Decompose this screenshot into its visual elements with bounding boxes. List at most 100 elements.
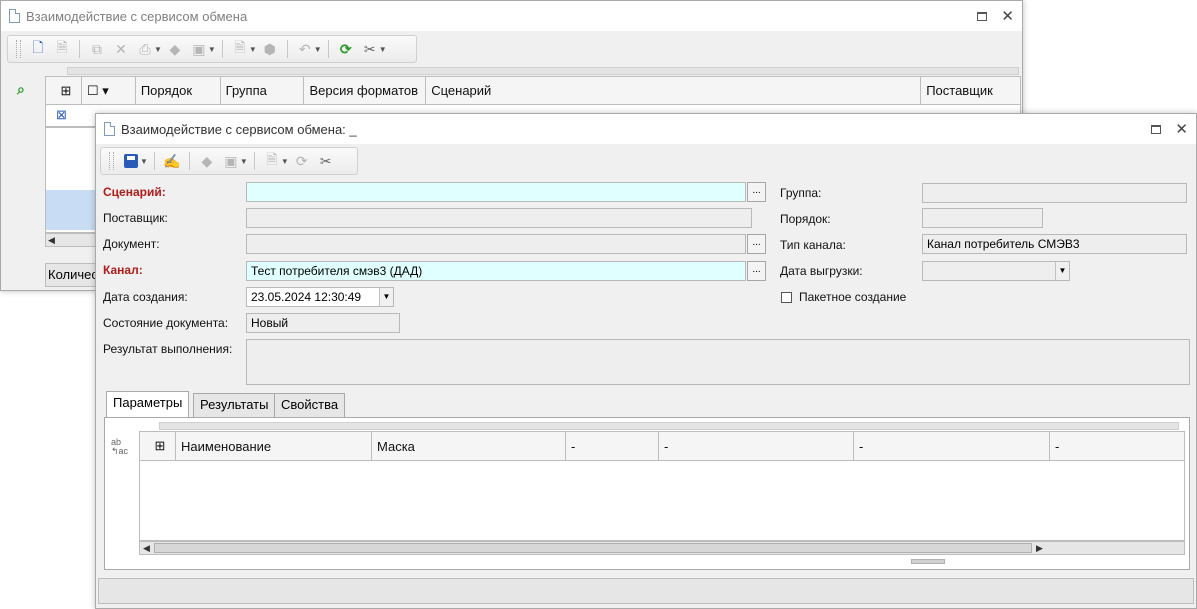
toolbar-grip[interactable] bbox=[109, 152, 114, 170]
group-label: Группа: bbox=[780, 186, 822, 200]
sign-icon[interactable]: ✍ bbox=[161, 151, 183, 171]
result-field bbox=[246, 339, 1190, 385]
back-grid-body bbox=[45, 127, 97, 233]
created-date-value: 23.05.2024 12:30:49 bbox=[251, 290, 362, 304]
splitter-handle[interactable] bbox=[911, 559, 945, 564]
group-field[interactable] bbox=[922, 183, 1187, 203]
status-bar bbox=[98, 578, 1194, 604]
database-icon[interactable]: ⬢ bbox=[259, 39, 281, 59]
tab-properties[interactable]: Свойства bbox=[274, 393, 346, 417]
count-label: Количес bbox=[48, 267, 97, 282]
back-status-bar: Количес bbox=[45, 263, 97, 287]
new-document-icon[interactable]: 🗋 bbox=[27, 39, 49, 59]
column-blank-4[interactable]: - bbox=[1050, 432, 1184, 460]
chevron-down-icon[interactable]: ▼ bbox=[379, 288, 393, 306]
param-grid-body bbox=[139, 461, 1185, 541]
back-window-title: Взаимодействие с сервисом обмена bbox=[26, 8, 248, 24]
result-label: Результат выполнения: bbox=[103, 342, 233, 356]
report-icon[interactable]: 🗎 bbox=[261, 151, 283, 171]
batch-label: Пакетное создание bbox=[799, 290, 907, 304]
scenario-select-button[interactable]: ... bbox=[747, 182, 766, 202]
front-titlebar: Взаимодействие с сервисом обмена: _ ✕ bbox=[96, 114, 1196, 144]
back-grid-header: ⊞ ☐ ▾ Порядок Группа Версия форматов Сце… bbox=[45, 76, 1021, 105]
close-button[interactable]: ✕ bbox=[1175, 122, 1188, 137]
print-icon[interactable]: ⎙ bbox=[134, 39, 156, 59]
column-mask[interactable]: Маска bbox=[372, 432, 566, 460]
channel-type-field: Канал потребитель СМЭВ3 bbox=[922, 234, 1187, 254]
channel-label: Канал: bbox=[103, 263, 143, 277]
channel-field[interactable]: Тест потребителя смэв3 (ДАД) bbox=[246, 261, 746, 281]
upload-date-label: Дата выгрузки: bbox=[780, 264, 863, 278]
column-group[interactable]: Группа bbox=[221, 77, 305, 104]
column-blank-2[interactable]: - bbox=[659, 432, 854, 460]
scenario-field[interactable] bbox=[246, 182, 746, 202]
close-button[interactable]: ✕ bbox=[1001, 9, 1014, 24]
undo-icon[interactable]: ↶ bbox=[294, 39, 316, 59]
back-grid-scroll-strip bbox=[67, 67, 1019, 75]
column-scenario[interactable]: Сценарий bbox=[426, 77, 922, 104]
column-blank-3[interactable]: - bbox=[854, 432, 1050, 460]
tab-panel: ab ↰ac ⊞ Наименование Маска - - - - ◀ ▶ bbox=[104, 417, 1190, 570]
doc-state-field: Новый bbox=[246, 313, 400, 333]
refresh-icon[interactable]: ⟳ bbox=[291, 151, 313, 171]
save-icon[interactable] bbox=[120, 151, 142, 171]
table-row[interactable] bbox=[46, 210, 96, 230]
scroll-thumb[interactable] bbox=[154, 543, 1032, 553]
column-order[interactable]: Порядок bbox=[136, 77, 221, 104]
refresh-icon[interactable]: ⟳ bbox=[335, 39, 357, 59]
tools-icon[interactable]: ✂ bbox=[315, 151, 337, 171]
scenario-label: Сценарий: bbox=[103, 185, 166, 199]
column-blank-1[interactable]: - bbox=[566, 432, 659, 460]
param-grid-scroll-strip bbox=[159, 422, 1179, 430]
front-window-title: Взаимодействие с сервисом обмена: _ bbox=[121, 121, 357, 137]
search-icon[interactable]: ⌕ bbox=[17, 81, 25, 98]
column-name[interactable]: Наименование bbox=[176, 432, 372, 460]
maximize-button[interactable] bbox=[977, 11, 988, 21]
filter-icon[interactable]: ⊠ bbox=[56, 107, 67, 123]
save-dropdown-icon[interactable]: ▼ bbox=[140, 157, 148, 166]
tab-parameters[interactable]: Параметры bbox=[106, 391, 190, 417]
eraser-icon[interactable]: ◆ bbox=[164, 39, 186, 59]
stamp-icon[interactable]: ▣ bbox=[188, 39, 210, 59]
delete-icon[interactable]: ✕ bbox=[110, 39, 132, 59]
chevron-down-icon[interactable]: ▼ bbox=[1055, 262, 1069, 280]
order-field[interactable] bbox=[922, 208, 1043, 228]
report-icon[interactable]: 🗎 bbox=[229, 39, 251, 59]
column-settings-icon[interactable]: ⊞ bbox=[46, 77, 82, 104]
doc-state-label: Состояние документа: bbox=[103, 316, 229, 330]
edit-document-icon[interactable]: 🗎 bbox=[51, 39, 73, 59]
eraser-icon[interactable]: ◆ bbox=[196, 151, 218, 171]
back-titlebar: Взаимодействие с сервисом обмена ✕ bbox=[1, 1, 1022, 31]
toolbar-grip[interactable] bbox=[16, 40, 21, 58]
upload-date-field[interactable]: ▼ bbox=[922, 261, 1070, 281]
channel-type-label: Тип канала: bbox=[780, 238, 846, 252]
document-icon bbox=[104, 122, 115, 136]
document-label: Документ: bbox=[103, 237, 160, 251]
column-format-version[interactable]: Версия форматов bbox=[304, 77, 427, 104]
copy-icon[interactable]: ⧉ bbox=[86, 39, 108, 59]
stamp-icon[interactable]: ▣ bbox=[220, 151, 242, 171]
column-settings-icon[interactable]: ⊞ bbox=[140, 432, 176, 460]
text-format-icon[interactable]: ab ↰ac bbox=[111, 438, 128, 456]
batch-checkbox[interactable] bbox=[781, 292, 792, 303]
back-toolbar: 🗋 🗎 ⧉ ✕ ⎙ ▼ ◆ ▣ ▼ 🗎 ▼ ⬢ ↶ ▼ ⟳ ✂ ▼ bbox=[7, 35, 417, 63]
document-icon bbox=[9, 9, 20, 23]
select-all-checkbox[interactable]: ☐ ▾ bbox=[82, 77, 136, 104]
back-hscroll[interactable]: ◀ bbox=[45, 233, 97, 247]
document-select-button[interactable]: ... bbox=[747, 234, 766, 254]
created-date-field[interactable]: 23.05.2024 12:30:49 ▼ bbox=[246, 287, 394, 307]
document-field[interactable] bbox=[246, 234, 746, 254]
param-hscroll[interactable]: ◀ ▶ bbox=[139, 541, 1185, 555]
column-supplier[interactable]: Поставщик bbox=[921, 77, 1020, 104]
param-grid-header: ⊞ Наименование Маска - - - - bbox=[139, 431, 1185, 461]
created-date-label: Дата создания: bbox=[103, 290, 188, 304]
order-label: Порядок: bbox=[780, 212, 831, 226]
supplier-label: Поставщик: bbox=[103, 211, 168, 225]
front-toolbar: ▼ ✍ ◆ ▣ ▼ 🗎 ▼ ⟳ ✂ bbox=[100, 147, 358, 175]
table-row[interactable] bbox=[46, 190, 96, 210]
supplier-field[interactable] bbox=[246, 208, 752, 228]
tools-icon[interactable]: ✂ bbox=[359, 39, 381, 59]
channel-select-button[interactable]: ... bbox=[747, 261, 766, 281]
tab-results[interactable]: Результаты bbox=[193, 393, 276, 417]
maximize-button[interactable] bbox=[1151, 124, 1162, 134]
